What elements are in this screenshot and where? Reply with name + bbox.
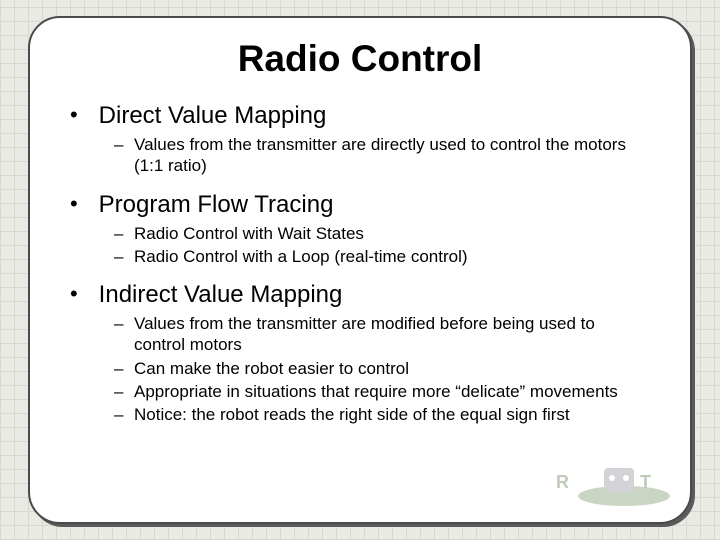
robot-logo-icon: R T: [546, 448, 676, 508]
sub-item: Radio Control with Wait States: [114, 223, 650, 244]
sub-item: Can make the robot easier to control: [114, 358, 650, 379]
svg-text:T: T: [640, 472, 651, 492]
sub-item: Notice: the robot reads the right side o…: [114, 404, 650, 425]
svg-text:R: R: [556, 472, 569, 492]
bullet-list: Direct Value Mapping Values from the tra…: [70, 102, 650, 425]
slide-title: Radio Control: [70, 38, 650, 80]
bullet-label: Indirect Value Mapping: [99, 281, 343, 308]
sub-list: Values from the transmitter are modified…: [114, 313, 650, 425]
sub-list: Radio Control with Wait States Radio Con…: [114, 223, 650, 268]
bullet-item: Indirect Value Mapping Values from the t…: [70, 281, 650, 425]
bullet-item: Direct Value Mapping Values from the tra…: [70, 102, 650, 177]
sub-item: Radio Control with a Loop (real-time con…: [114, 246, 650, 267]
sub-list: Values from the transmitter are directly…: [114, 134, 650, 177]
sub-item: Appropriate in situations that require m…: [114, 381, 650, 402]
slide-card: Radio Control Direct Value Mapping Value…: [28, 16, 692, 524]
sub-item: Values from the transmitter are modified…: [114, 313, 650, 356]
bullet-item: Program Flow Tracing Radio Control with …: [70, 191, 650, 268]
bullet-label: Program Flow Tracing: [99, 191, 334, 218]
sub-item: Values from the transmitter are directly…: [114, 134, 650, 177]
bullet-label: Direct Value Mapping: [99, 102, 327, 129]
